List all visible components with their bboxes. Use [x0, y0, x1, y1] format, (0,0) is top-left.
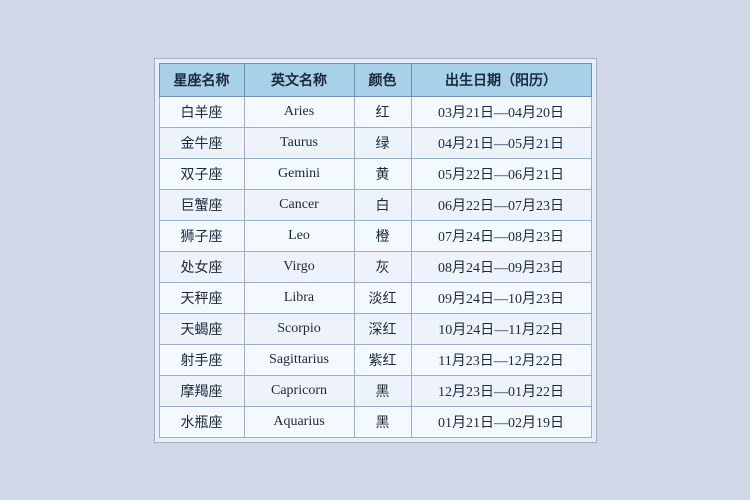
cell-chinese-name: 射手座 — [159, 344, 244, 375]
cell-date: 08月24日—09月23日 — [411, 251, 591, 282]
cell-color: 黑 — [354, 375, 411, 406]
cell-english-name: Aries — [244, 96, 354, 127]
cell-date: 03月21日—04月20日 — [411, 96, 591, 127]
cell-date: 07月24日—08月23日 — [411, 220, 591, 251]
cell-color: 灰 — [354, 251, 411, 282]
table-row: 处女座Virgo灰08月24日—09月23日 — [159, 251, 591, 282]
table-row: 天秤座Libra淡红09月24日—10月23日 — [159, 282, 591, 313]
cell-color: 绿 — [354, 127, 411, 158]
zodiac-table-container: 星座名称 英文名称 颜色 出生日期（阳历） 白羊座Aries红03月21日—04… — [154, 58, 597, 443]
cell-color: 紫红 — [354, 344, 411, 375]
cell-chinese-name: 金牛座 — [159, 127, 244, 158]
cell-date: 11月23日—12月22日 — [411, 344, 591, 375]
header-chinese-name: 星座名称 — [159, 63, 244, 96]
cell-english-name: Gemini — [244, 158, 354, 189]
cell-chinese-name: 摩羯座 — [159, 375, 244, 406]
header-color: 颜色 — [354, 63, 411, 96]
cell-english-name: Libra — [244, 282, 354, 313]
cell-chinese-name: 水瓶座 — [159, 406, 244, 437]
cell-english-name: Leo — [244, 220, 354, 251]
header-english-name: 英文名称 — [244, 63, 354, 96]
table-row: 金牛座Taurus绿04月21日—05月21日 — [159, 127, 591, 158]
cell-chinese-name: 天秤座 — [159, 282, 244, 313]
cell-date: 06月22日—07月23日 — [411, 189, 591, 220]
table-row: 狮子座Leo橙07月24日—08月23日 — [159, 220, 591, 251]
cell-date: 04月21日—05月21日 — [411, 127, 591, 158]
cell-color: 红 — [354, 96, 411, 127]
cell-date: 01月21日—02月19日 — [411, 406, 591, 437]
zodiac-table: 星座名称 英文名称 颜色 出生日期（阳历） 白羊座Aries红03月21日—04… — [159, 63, 592, 438]
cell-chinese-name: 巨蟹座 — [159, 189, 244, 220]
table-row: 摩羯座Capricorn黑12月23日—01月22日 — [159, 375, 591, 406]
table-row: 射手座Sagittarius紫红11月23日—12月22日 — [159, 344, 591, 375]
cell-english-name: Aquarius — [244, 406, 354, 437]
cell-chinese-name: 天蝎座 — [159, 313, 244, 344]
cell-english-name: Sagittarius — [244, 344, 354, 375]
cell-date: 12月23日—01月22日 — [411, 375, 591, 406]
cell-chinese-name: 狮子座 — [159, 220, 244, 251]
header-date: 出生日期（阳历） — [411, 63, 591, 96]
cell-date: 05月22日—06月21日 — [411, 158, 591, 189]
cell-color: 橙 — [354, 220, 411, 251]
cell-color: 深红 — [354, 313, 411, 344]
table-body: 白羊座Aries红03月21日—04月20日金牛座Taurus绿04月21日—0… — [159, 96, 591, 437]
table-row: 巨蟹座Cancer白06月22日—07月23日 — [159, 189, 591, 220]
cell-date: 09月24日—10月23日 — [411, 282, 591, 313]
cell-english-name: Virgo — [244, 251, 354, 282]
cell-english-name: Capricorn — [244, 375, 354, 406]
cell-color: 黄 — [354, 158, 411, 189]
cell-chinese-name: 双子座 — [159, 158, 244, 189]
cell-english-name: Taurus — [244, 127, 354, 158]
cell-color: 白 — [354, 189, 411, 220]
cell-color: 淡红 — [354, 282, 411, 313]
cell-english-name: Cancer — [244, 189, 354, 220]
cell-chinese-name: 白羊座 — [159, 96, 244, 127]
cell-english-name: Scorpio — [244, 313, 354, 344]
table-row: 水瓶座Aquarius黑01月21日—02月19日 — [159, 406, 591, 437]
table-row: 双子座Gemini黄05月22日—06月21日 — [159, 158, 591, 189]
cell-color: 黑 — [354, 406, 411, 437]
cell-chinese-name: 处女座 — [159, 251, 244, 282]
table-header-row: 星座名称 英文名称 颜色 出生日期（阳历） — [159, 63, 591, 96]
cell-date: 10月24日—11月22日 — [411, 313, 591, 344]
table-row: 天蝎座Scorpio深红10月24日—11月22日 — [159, 313, 591, 344]
table-row: 白羊座Aries红03月21日—04月20日 — [159, 96, 591, 127]
